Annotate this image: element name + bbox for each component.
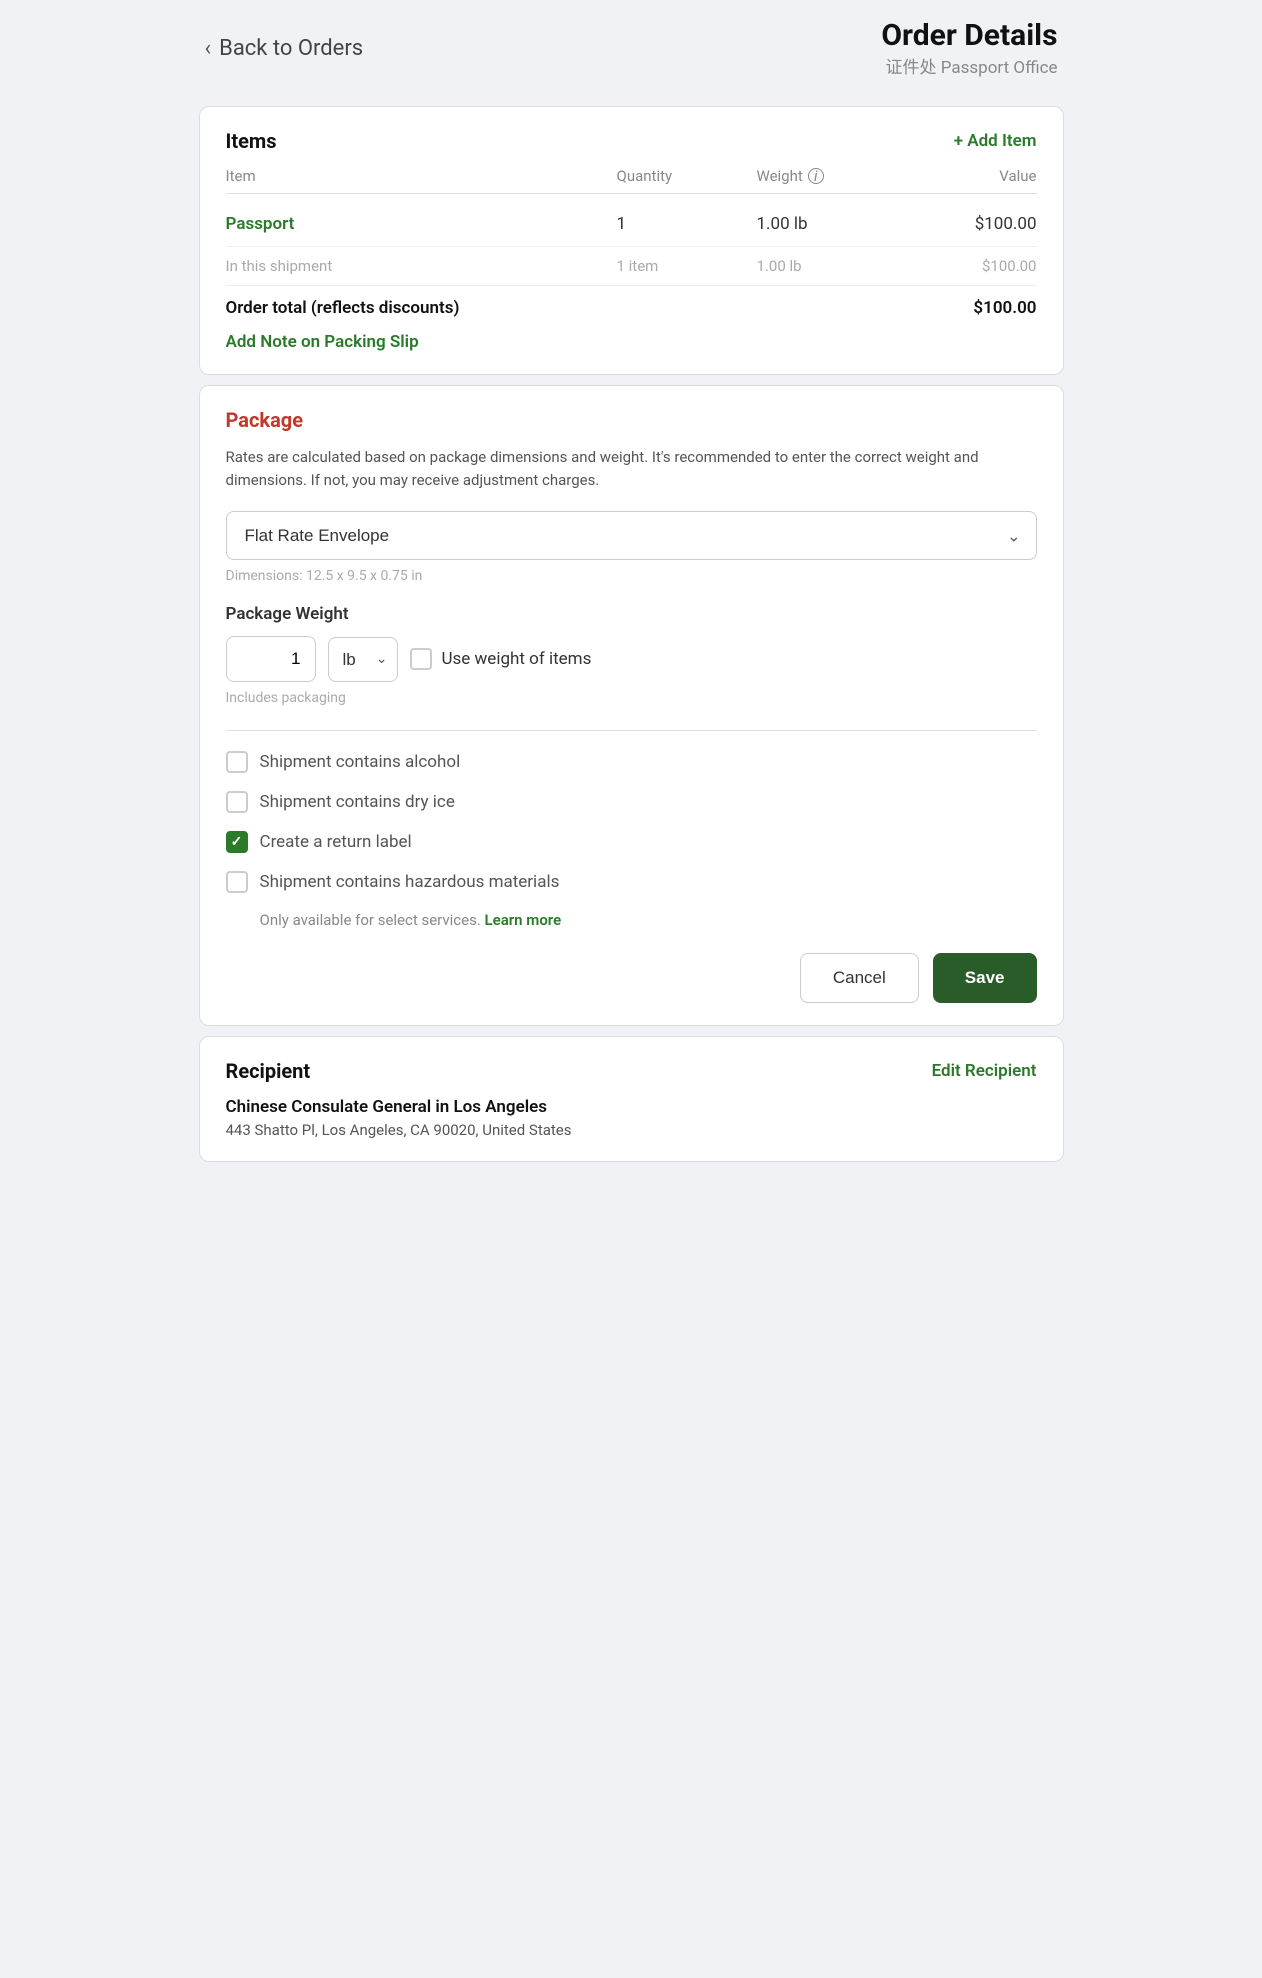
items-card: Items + Add Item Item Quantity Weight i … bbox=[199, 106, 1064, 375]
package-weight-label: Package Weight bbox=[226, 604, 1037, 624]
package-description: Rates are calculated based on package di… bbox=[226, 446, 1037, 491]
alcohol-label: Shipment contains alcohol bbox=[260, 752, 461, 772]
item-value: $100.00 bbox=[917, 214, 1037, 234]
items-title: Items bbox=[226, 129, 277, 153]
weight-info-icon[interactable]: i bbox=[808, 168, 824, 184]
unit-select[interactable]: lb oz kg g bbox=[328, 637, 398, 682]
summary-quantity: 1 item bbox=[617, 257, 757, 275]
dry-ice-label: Shipment contains dry ice bbox=[260, 792, 455, 812]
summary-weight: 1.00 lb bbox=[757, 257, 917, 275]
page-header: ‹ Back to Orders Order Details 证件处 Passp… bbox=[185, 0, 1078, 96]
order-total-row: Order total (reflects discounts) $100.00 bbox=[226, 286, 1037, 328]
back-arrow-icon: ‹ bbox=[205, 36, 212, 61]
return-label-label: Create a return label bbox=[260, 832, 412, 852]
dry-ice-checkbox-option[interactable]: Shipment contains dry ice bbox=[226, 791, 1037, 813]
weight-label: Weight bbox=[757, 167, 803, 185]
table-row: Passport 1 1.00 lb $100.00 bbox=[226, 202, 1037, 247]
hazmat-section: Shipment contains hazardous materials On… bbox=[226, 871, 1037, 929]
save-button[interactable]: Save bbox=[933, 953, 1037, 1003]
col-item-header: Item bbox=[226, 167, 617, 185]
col-value-header: Value bbox=[917, 167, 1037, 185]
order-total-value: $100.00 bbox=[973, 298, 1036, 318]
return-label-checkbox[interactable] bbox=[226, 831, 248, 853]
use-weight-label-text: Use weight of items bbox=[442, 649, 592, 669]
hazmat-checkbox[interactable] bbox=[226, 871, 248, 893]
summary-label: In this shipment bbox=[226, 257, 617, 275]
hazmat-note: Only available for select services. Lear… bbox=[260, 911, 1037, 929]
weight-input[interactable] bbox=[226, 636, 316, 682]
back-to-orders-link[interactable]: ‹ Back to Orders bbox=[205, 36, 364, 61]
col-weight-header: Weight i bbox=[757, 167, 917, 185]
order-total-label: Order total (reflects discounts) bbox=[226, 298, 460, 318]
recipient-card: Recipient Edit Recipient Chinese Consula… bbox=[199, 1036, 1064, 1162]
page-title: Order Details bbox=[881, 18, 1057, 53]
table-header: Item Quantity Weight i Value bbox=[226, 167, 1037, 194]
alcohol-checkbox-option[interactable]: Shipment contains alcohol bbox=[226, 751, 1037, 773]
dry-ice-checkbox[interactable] bbox=[226, 791, 248, 813]
recipient-name: Chinese Consulate General in Los Angeles bbox=[226, 1097, 1037, 1117]
back-label: Back to Orders bbox=[219, 36, 363, 61]
includes-packaging-text: Includes packaging bbox=[226, 690, 1037, 706]
package-type-select[interactable]: Flat Rate Envelope Custom Package Flat R… bbox=[226, 511, 1037, 560]
edit-recipient-button[interactable]: Edit Recipient bbox=[932, 1061, 1037, 1081]
packing-slip-link[interactable]: Add Note on Packing Slip bbox=[226, 332, 419, 352]
card-actions: Cancel Save bbox=[226, 953, 1037, 1003]
unit-select-wrapper: lb oz kg g ⌄ bbox=[328, 637, 398, 682]
hazmat-learn-more-link[interactable]: Learn more bbox=[485, 911, 562, 929]
hazmat-checkbox-option[interactable]: Shipment contains hazardous materials bbox=[226, 871, 1037, 893]
col-quantity-header: Quantity bbox=[617, 167, 757, 185]
order-subtitle: 证件处 Passport Office bbox=[881, 53, 1057, 78]
items-header: Items + Add Item bbox=[226, 129, 1037, 153]
use-weight-checkbox[interactable] bbox=[410, 648, 432, 670]
package-type-select-wrapper: Flat Rate Envelope Custom Package Flat R… bbox=[226, 511, 1037, 560]
return-label-checkbox-option[interactable]: Create a return label bbox=[226, 831, 1037, 853]
hazmat-note-text: Only available for select services. bbox=[260, 911, 481, 929]
summary-value: $100.00 bbox=[917, 257, 1037, 275]
add-item-button[interactable]: + Add Item bbox=[954, 131, 1037, 151]
package-title: Package bbox=[226, 408, 1037, 432]
summary-row: In this shipment 1 item 1.00 lb $100.00 bbox=[226, 247, 1037, 286]
item-quantity: 1 bbox=[617, 214, 757, 234]
item-weight: 1.00 lb bbox=[757, 214, 917, 234]
recipient-header: Recipient Edit Recipient bbox=[226, 1059, 1037, 1083]
item-name[interactable]: Passport bbox=[226, 214, 617, 234]
hazmat-label: Shipment contains hazardous materials bbox=[260, 872, 560, 892]
dimensions-label: Dimensions: 12.5 x 9.5 x 0.75 in bbox=[226, 568, 1037, 584]
weight-input-row: lb oz kg g ⌄ Use weight of items bbox=[226, 636, 1037, 682]
recipient-title: Recipient bbox=[226, 1059, 311, 1083]
divider bbox=[226, 730, 1037, 731]
use-weight-checkbox-label[interactable]: Use weight of items bbox=[410, 648, 592, 670]
package-card: Package Rates are calculated based on pa… bbox=[199, 385, 1064, 1026]
recipient-address: 443 Shatto Pl, Los Angeles, CA 90020, Un… bbox=[226, 1121, 1037, 1139]
cancel-button[interactable]: Cancel bbox=[800, 953, 919, 1003]
header-right: Order Details 证件处 Passport Office bbox=[881, 18, 1057, 78]
alcohol-checkbox[interactable] bbox=[226, 751, 248, 773]
